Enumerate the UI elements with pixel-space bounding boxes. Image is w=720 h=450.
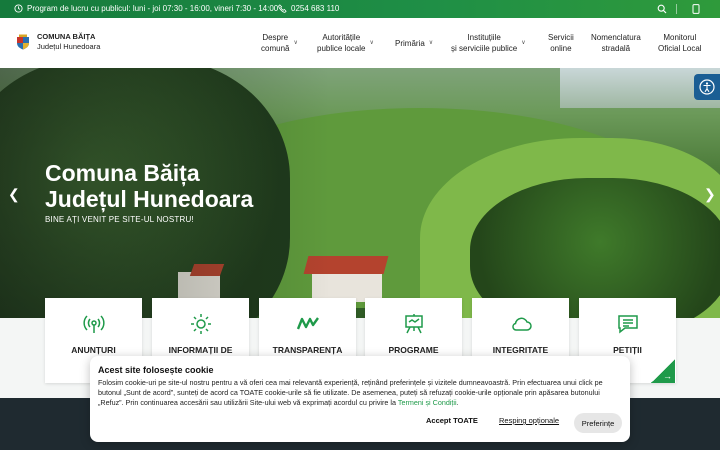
cookie-body: Folosim cookie-uri pe site-ul nostru pen… [98,378,603,407]
prev-slide-arrow-icon[interactable]: ❮ [8,186,20,203]
chevron-down-icon: ∨ [521,39,526,46]
nav-label: publice locale [317,44,366,53]
cookie-title: Acest site folosește cookie [98,365,214,375]
working-hours: Program de lucru cu publicul: luni - joi… [14,4,278,13]
accept-all-button[interactable]: Accept TOATE [426,416,478,425]
nav-label: Oficial Local [658,44,702,53]
nav-despre-comuna[interactable]: Despre comună ∨ [261,32,298,54]
brand-county: Județul Hunedoara [37,42,101,51]
card-label: TRANSPARENȚA [272,345,343,355]
preferences-button[interactable]: Preferințe [574,413,622,433]
topbar-divider [676,4,677,14]
broadcast-icon [83,315,105,333]
card-label: PROGRAME [388,345,439,355]
cookie-consent-dialog: Acest site folosește cookie Folosim cook… [90,356,630,442]
mobile-button[interactable] [690,3,702,15]
nav-label: comună [261,44,290,53]
search-icon [657,4,667,14]
easel-icon [405,314,423,334]
nav-primaria[interactable]: Primăria ∨ [395,38,433,49]
nav-label: Autoritățile [322,33,361,42]
nav-label: Servicii [548,33,574,42]
next-slide-arrow-icon[interactable]: ❯ [704,186,716,203]
nav-label: online [550,44,572,53]
hero-title-line: Comuna Băița [45,160,200,186]
top-bar: Program de lucru cu publicul: luni - joi… [0,0,720,18]
nav-label: și serviciile publice [451,44,518,53]
site-header: COMUNA BĂIȚA Județul Hunedoara Despre com… [0,18,720,68]
search-button[interactable] [656,3,668,15]
cloud-icon [512,317,532,331]
chevron-down-icon: ∨ [428,40,434,46]
hero-forest [470,178,720,318]
coat-of-arms-logo[interactable] [16,34,30,50]
phone-number: 0254 683 110 [291,4,340,13]
chevron-down-icon: ∨ [293,39,298,46]
card-label: ANUNȚURI [71,345,116,355]
brand[interactable]: COMUNA BĂIȚA Județul Hunedoara [37,32,100,52]
brand-name: COMUNA BĂIȚA [37,32,96,41]
accessibility-icon [699,79,715,95]
card-label: PETIȚII [613,345,642,355]
accessibility-button[interactable] [694,74,720,100]
hero-subtitle: BINE AȚI VENIT PE SITE-UL NOSTRU! [45,215,194,224]
nav-label: stradală [601,44,631,53]
reject-optional-button[interactable]: Resping opționale [499,416,559,425]
nav-label: Primăria [395,39,425,48]
nav-autoritatile[interactable]: Autoritățile publice locale ∨ [317,32,374,54]
mobile-icon [692,4,700,14]
cookie-text: Folosim cookie-uri pe site-ul nostru pen… [98,378,603,407]
mv-icon [296,317,319,330]
hero-title: Comuna Băița Județul Hunedoara [45,160,253,212]
nav-nomenclatura[interactable]: Nomenclatura stradală [591,32,641,54]
nav-servicii-online[interactable]: Servicii online [548,32,574,54]
terms-link[interactable]: Termeni și Condiții [398,398,457,407]
nav-monitorul[interactable]: Monitorul Oficial Local [658,32,702,54]
arrow-right-icon: → [663,371,672,381]
nav-label: Despre [262,33,289,42]
phone-link[interactable]: 0254 683 110 [278,4,339,13]
nav-label: Monitorul [663,33,697,42]
hero-title-line: Județul Hunedoara [45,186,254,212]
nav-label: Instituțiile [467,33,501,42]
card-label: INTEGRITATE [492,345,549,355]
sun-icon [191,314,211,334]
working-hours-text: Program de lucru cu publicul: luni - joi… [27,4,279,13]
nav-institutiile[interactable]: Instituțiile și serviciile publice ∨ [451,32,526,54]
hero-slider: Comuna Băița Județul Hunedoara BINE AȚI … [0,68,720,318]
card-label: INFORMAȚII DE [168,345,233,355]
message-icon [618,315,638,334]
chevron-down-icon: ∨ [369,39,374,46]
card-more-link[interactable]: → [651,359,675,383]
nav-label: Nomenclatura [591,33,641,42]
phone-icon [278,4,287,13]
clock-icon [14,4,23,13]
